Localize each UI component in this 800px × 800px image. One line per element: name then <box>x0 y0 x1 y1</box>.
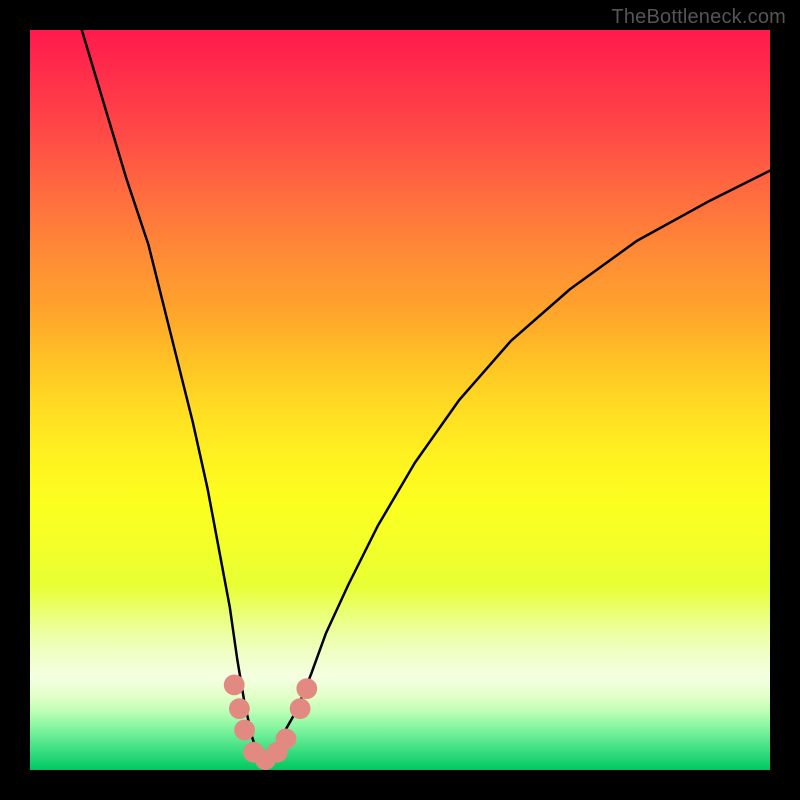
plot-area <box>30 30 770 770</box>
curve-marker <box>234 720 255 741</box>
curve-marker <box>276 729 297 750</box>
marker-group <box>224 675 317 770</box>
curve-marker <box>290 698 311 719</box>
outer-frame: TheBottleneck.com <box>0 0 800 800</box>
curve-svg <box>30 30 770 770</box>
curve-marker <box>296 678 317 699</box>
curve-marker <box>229 698 250 719</box>
watermark-text: TheBottleneck.com <box>611 6 786 29</box>
bottleneck-curve <box>82 30 770 763</box>
curve-marker <box>224 675 245 696</box>
